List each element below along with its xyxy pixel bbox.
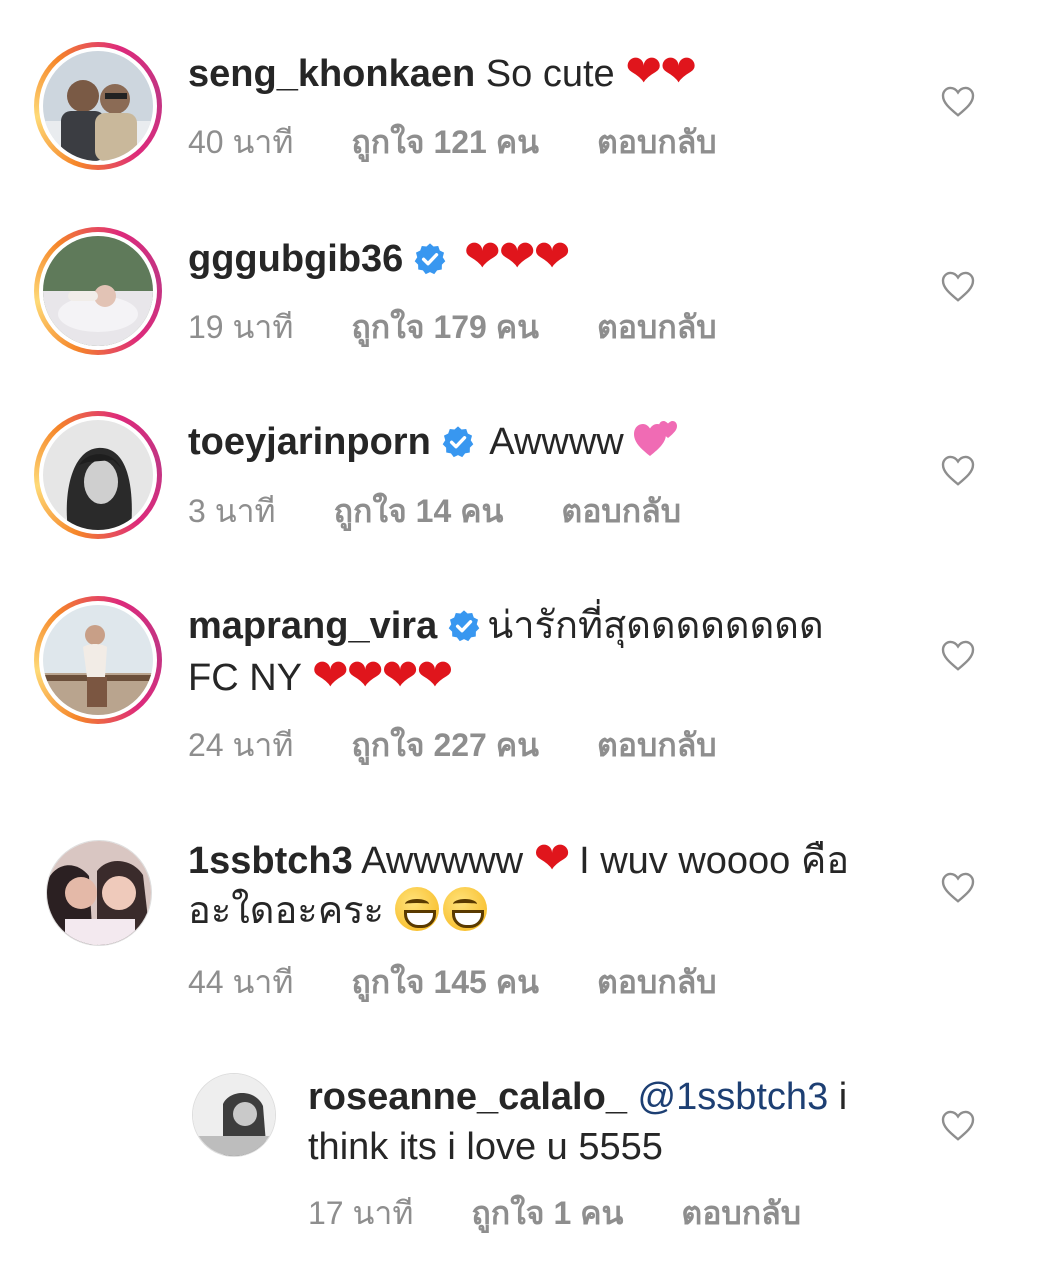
- grinning-face-emoji: [442, 887, 487, 931]
- two-hearts-emoji: [633, 421, 677, 456]
- comment-meta: 3 นาที ถูกใจ 14 คน ตอบกลับ: [188, 486, 739, 537]
- comment-body-continued: I wuv woooo คือ: [579, 840, 850, 882]
- comment-meta: 17 นาที ถูกใจ 1 คน ตอบกลับ: [308, 1188, 859, 1239]
- story-ring[interactable]: [34, 596, 162, 724]
- comment-text: 1ssbtch3 Awwwww ❤ I wuv woooo คือ อะใดอะ…: [188, 834, 849, 936]
- comment-username[interactable]: toeyjarinporn: [188, 421, 431, 463]
- reply-button[interactable]: ตอบกลับ: [597, 720, 717, 771]
- avatar: [43, 605, 153, 715]
- comment-text: gggubgib36 ❤❤❤: [188, 232, 571, 284]
- red-heart-emoji: ❤: [533, 834, 571, 883]
- avatar: [43, 236, 153, 346]
- comment-time: 44 นาที: [188, 964, 294, 1000]
- avatar[interactable]: [46, 840, 152, 946]
- avatar: [43, 420, 153, 530]
- red-heart-emoji: ❤❤: [625, 47, 697, 96]
- comment-likes[interactable]: ถูกใจ 179 คน: [351, 302, 539, 353]
- reply-button[interactable]: ตอบกลับ: [681, 1188, 801, 1239]
- red-heart-emoji: ❤❤❤: [463, 232, 571, 281]
- reply-button[interactable]: ตอบกลับ: [561, 486, 681, 537]
- comment-body-line2: FC NY: [188, 657, 302, 699]
- comment-likes[interactable]: ถูกใจ 145 คน: [351, 957, 539, 1008]
- story-ring[interactable]: [34, 227, 162, 355]
- comment-likes[interactable]: ถูกใจ 227 คน: [351, 720, 539, 771]
- comment-text: roseanne_calalo_ @1ssbtch3 i think its i…: [308, 1072, 847, 1172]
- comment-meta: 44 นาที ถูกใจ 145 คน ตอบกลับ: [188, 957, 775, 1008]
- reply-button[interactable]: ตอบกลับ: [597, 117, 717, 168]
- comment-likes[interactable]: ถูกใจ 14 คน: [334, 486, 504, 537]
- reply-button[interactable]: ตอบกลับ: [597, 957, 717, 1008]
- heart-outline-icon[interactable]: [940, 84, 976, 118]
- comment-time: 24 นาที: [188, 727, 294, 763]
- comment-time: 19 นาที: [188, 309, 294, 345]
- comment-time: 3 นาที: [188, 493, 276, 529]
- heart-outline-icon[interactable]: [940, 1108, 976, 1142]
- avatar: [43, 51, 153, 161]
- heart-outline-icon[interactable]: [940, 453, 976, 487]
- comment-likes[interactable]: ถูกใจ 121 คน: [351, 117, 539, 168]
- heart-outline-icon[interactable]: [940, 269, 976, 303]
- comment-body-line2: think its i love u 5555: [308, 1126, 663, 1168]
- comment-body: Awwwww: [361, 840, 524, 882]
- comment-meta: 24 นาที ถูกใจ 227 คน ตอบกลับ: [188, 720, 775, 771]
- story-ring[interactable]: [34, 411, 162, 539]
- grinning-face-emoji: [394, 887, 439, 931]
- comment-text: seng_khonkaen So cute ❤❤: [188, 47, 697, 99]
- comment-text: toeyjarinporn Awwww: [188, 416, 680, 467]
- heart-outline-icon[interactable]: [940, 870, 976, 904]
- reply-button[interactable]: ตอบกลับ: [597, 302, 717, 353]
- verified-badge-icon: [415, 243, 446, 275]
- comment-username[interactable]: gggubgib36: [188, 238, 403, 280]
- avatar[interactable]: [192, 1073, 276, 1157]
- comment-username[interactable]: roseanne_calalo_: [308, 1076, 627, 1118]
- comment-body: i: [838, 1076, 848, 1118]
- comment-body: น่ารักที่สุดดดดดดดด: [487, 605, 824, 647]
- verified-badge-icon: [448, 610, 480, 642]
- comment-username[interactable]: 1ssbtch3: [188, 840, 353, 882]
- mention-link[interactable]: @1ssbtch3: [638, 1076, 829, 1118]
- verified-badge-icon: [442, 426, 474, 458]
- comment-time: 40 นาที: [188, 124, 294, 160]
- comment-body: Awwww: [489, 421, 624, 463]
- comment-body: So cute: [485, 53, 615, 95]
- comment-meta: 19 นาที ถูกใจ 179 คน ตอบกลับ: [188, 302, 775, 353]
- story-ring[interactable]: [34, 42, 162, 170]
- comment-username[interactable]: seng_khonkaen: [188, 53, 475, 95]
- comment-text: maprang_vira น่ารักที่สุดดดดดดดด FC NY ❤❤…: [188, 601, 824, 703]
- heart-outline-icon[interactable]: [940, 638, 976, 672]
- comment-username[interactable]: maprang_vira: [188, 605, 437, 647]
- comment-meta: 40 นาที ถูกใจ 121 คน ตอบกลับ: [188, 117, 775, 168]
- red-heart-emoji: ❤❤❤❤: [311, 651, 453, 700]
- comment-body-line2: อะใดอะคระ: [188, 890, 384, 932]
- comment-likes[interactable]: ถูกใจ 1 คน: [471, 1188, 623, 1239]
- comment-time: 17 นาที: [308, 1195, 414, 1231]
